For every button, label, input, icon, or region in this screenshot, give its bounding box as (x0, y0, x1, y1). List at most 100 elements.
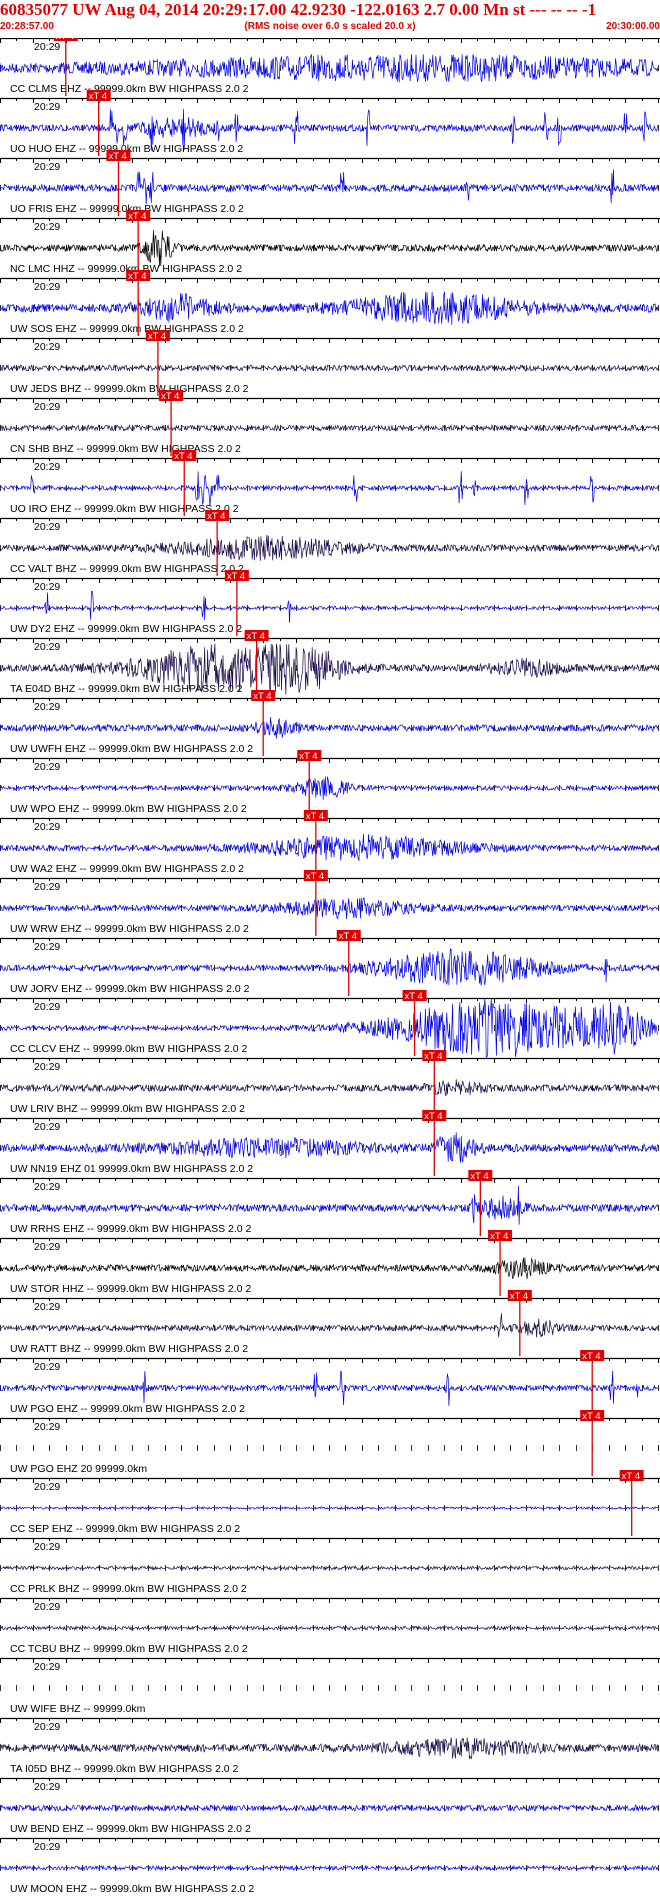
station-label: UW UWFH EHZ -- 99999.0km BW HIGHPASS 2.0… (10, 743, 253, 755)
tick-label: 20:29 (34, 1181, 60, 1193)
trace-panel: 20:29 UW STOR HHZ -- 99999.0km BW HIGHPAS… (0, 1230, 660, 1296)
trace-panel: 20:29 UW WIFE BHZ -- 99999.0km (0, 1657, 660, 1715)
trace-panel: 20:29UO FRIS EHZ -- 99999.0km BW HIGHPAS… (0, 150, 660, 216)
pick-label: xT 4 (174, 451, 192, 462)
time-ticks (0, 1838, 659, 1871)
pick-label: xT 4 (306, 871, 324, 882)
station-label: UW WPO EHZ -- 99999.0km BW HIGHPASS 2.0 … (10, 803, 247, 815)
station-label: NC LMC HHZ -- 99999.0km BW HIGHPASS 2.0 … (10, 263, 242, 275)
trace-panel: 20:29 UO IRO EHZ -- 99999.0km BW HIGHPASS… (0, 450, 660, 516)
trace-panel: 20:29 UW JEDS BHZ -- 99999.0km BW HIGHPAS… (0, 330, 660, 396)
station-label: UW PGO EHZ -- 99999.0km BW HIGHPASS 2.0 … (10, 1403, 245, 1415)
pick-label: xT 4 (108, 151, 126, 162)
tick-label: 20:29 (34, 1601, 60, 1613)
station-label: CC PRLK BHZ -- 99999.0km BW HIGHPASS 2.0… (10, 1583, 247, 1595)
trace-panel: 20:29 UW WA2 EHZ -- 99999.0km BW HIGHPASS… (0, 810, 660, 876)
tick-label: 20:29 (34, 1721, 60, 1733)
pick-label: xT 4 (339, 931, 357, 942)
plot-header: 60835077 UW Aug 04, 2014 20:29:17.00 42.… (0, 0, 660, 38)
tick-label: 20:29 (34, 341, 60, 353)
station-label: UW BEND EHZ -- 99999.0km BW HIGHPASS 2.0… (10, 1823, 251, 1835)
tick-label: 20:29 (34, 1481, 60, 1493)
waveform (0, 1079, 659, 1097)
pick-label: xT 4 (207, 511, 225, 522)
pick-label: xT 4 (56, 38, 74, 42)
trace-panel: 20:29 NC LMC HHZ -- 99999.0km BW HIGHPASS… (0, 210, 660, 276)
time-ticks (0, 1418, 659, 1451)
pick-label: xT 4 (247, 631, 265, 642)
tick-label: 20:29 (34, 701, 60, 713)
tick-label: 20:29 (34, 1541, 60, 1553)
time-ticks (0, 1058, 659, 1091)
tick-label: 20:29 (34, 1841, 60, 1853)
pick-label: xT 4 (253, 691, 271, 702)
station-label: UW LRIV BHZ -- 99999.0km BW HIGHPASS 2.0… (10, 1103, 245, 1115)
trace-panel: 20:29 CC SEP EHZ -- 99999.0km BW HIGHPASS… (0, 1470, 660, 1536)
trace-panel: 20:29 CC CLMS EHZ -- 99999.0km BW HIGHPAS… (0, 38, 660, 96)
trace-panel: 20:29 UW MOON EHZ -- 99999.0km BW HIGHPAS… (0, 1837, 660, 1895)
trace-panel: 20:29 UW RATT BHZ -- 99999.0km BW HIGHPAS… (0, 1290, 660, 1356)
pick-label: xT 4 (405, 991, 423, 1002)
station-label: UW JEDS BHZ -- 99999.0km BW HIGHPASS 2.0… (10, 383, 249, 395)
station-label: TA I05D BHZ -- 99999.0km BW HIGHPASS 2.0… (10, 1763, 239, 1775)
trace-panel: 20:29 UW RRHS EHZ -- 99999.0km BW HIGHPAS… (0, 1170, 660, 1236)
waveform (0, 776, 659, 800)
trace-panel: 20:29 CC CLCV EHZ -- 99999.0km BW HIGHPAS… (0, 990, 660, 1058)
tick-label: 20:29 (34, 1361, 60, 1373)
tick-label: 20:29 (34, 881, 60, 893)
station-label: TA E04D BHZ -- 99999.0km BW HIGHPASS 2.0… (10, 683, 243, 695)
pick-label: xT 4 (510, 1291, 528, 1302)
tick-label: 20:29 (34, 1781, 60, 1793)
pick-label: xT 4 (622, 1471, 640, 1482)
tick-label: 20:29 (34, 1121, 60, 1133)
tick-label: 20:29 (34, 161, 60, 173)
station-label: UW SOS EHZ -- 99999.0km BW HIGHPASS 2.0 … (10, 323, 244, 335)
pick-label: xT 4 (161, 391, 179, 402)
station-label: CC VALT BHZ -- 99999.0km BW HIGHPASS 2.0… (10, 563, 244, 575)
station-label: UW PGO EHZ 20 99999.0km (10, 1463, 147, 1475)
time-ticks (0, 1478, 659, 1511)
station-label: UW JORV EHZ -- 99999.0km BW HIGHPASS 2.0… (10, 983, 250, 995)
pick-label: xT 4 (299, 751, 317, 762)
tick-label: 20:29 (34, 1661, 60, 1673)
station-label: UW RATT BHZ -- 99999.0km BW HIGHPASS 2.0… (10, 1343, 248, 1355)
pick-label: xT 4 (148, 331, 166, 342)
trace-panel: 20:29UO HUO EHZ -- 99999.0km BW HIGHPASS… (0, 90, 660, 156)
trace-panel: 20:29 TA E04D BHZ -- 99999.0km BW HIGHPAS… (0, 630, 660, 696)
station-label: CC CLCV EHZ -- 99999.0km BW HIGHPASS 2.0… (10, 1043, 247, 1055)
time-ticks (0, 578, 659, 611)
trace-panel: 20:29 UW PGO EHZ 20 99999.0km xT 4 (0, 1410, 660, 1476)
time-ticks (0, 1298, 659, 1331)
end-time: 20:30:00.00 (606, 21, 660, 32)
tick-label: 20:29 (34, 521, 60, 533)
trace-panel: 20:29 CN SHB BHZ -- 99999.0km BW HIGHPASS… (0, 390, 660, 456)
trace-panel: 20:29 CC PRLK BHZ -- 99999.0km BW HIGHPAS… (0, 1537, 660, 1595)
trace-panel: 20:29 CC VALT BHZ -- 99999.0km BW HIGHPAS… (0, 510, 660, 576)
pick-label: xT 4 (128, 271, 146, 282)
tick-label: 20:29 (34, 641, 60, 653)
tick-label: 20:29 (34, 1001, 60, 1013)
pick-label: xT 4 (490, 1231, 508, 1242)
trace-panel: 20:29 CC TCBU BHZ -- 99999.0km BW HIGHPAS… (0, 1597, 660, 1655)
time-ticks (0, 1658, 659, 1691)
waveform (0, 897, 659, 920)
trace-panel: 20:29 UW UWFH EHZ -- 99999.0km BW HIGHPAS… (0, 690, 660, 756)
pick-label: xT 4 (470, 1171, 488, 1182)
tick-label: 20:29 (34, 1061, 60, 1073)
station-label: UW WA2 EHZ -- 99999.0km BW HIGHPASS 2.0 … (10, 863, 244, 875)
trace-panel: 20:29 TA I05D BHZ -- 99999.0km BW HIGHPAS… (0, 1717, 660, 1775)
time-ticks (0, 1598, 659, 1631)
station-label: UW STOR HHZ -- 99999.0km BW HIGHPASS 2.0… (10, 1283, 251, 1295)
trace-panel: 20:29 UW JORV EHZ -- 99999.0km BW HIGHPAS… (0, 930, 660, 996)
waveform (0, 1370, 659, 1406)
station-label: UO IRO EHZ -- 99999.0km BW HIGHPASS 2.0 … (10, 503, 239, 515)
station-label: UW MOON EHZ -- 99999.0km BW HIGHPASS 2.0… (10, 1883, 254, 1895)
pick-label: xT 4 (582, 1411, 600, 1422)
tick-label: 20:29 (34, 581, 60, 593)
station-label: UW DY2 EHZ -- 99999.0km BW HIGHPASS 2.0 … (10, 623, 242, 635)
pick-label: xT 4 (424, 1111, 442, 1122)
station-label: CC SEP EHZ -- 99999.0km BW HIGHPASS 2.0 … (10, 1523, 240, 1535)
tick-label: 20:29 (34, 221, 60, 233)
time-ticks (0, 758, 659, 791)
station-label: UW RRHS EHZ -- 99999.0km BW HIGHPASS 2.0… (10, 1223, 252, 1235)
